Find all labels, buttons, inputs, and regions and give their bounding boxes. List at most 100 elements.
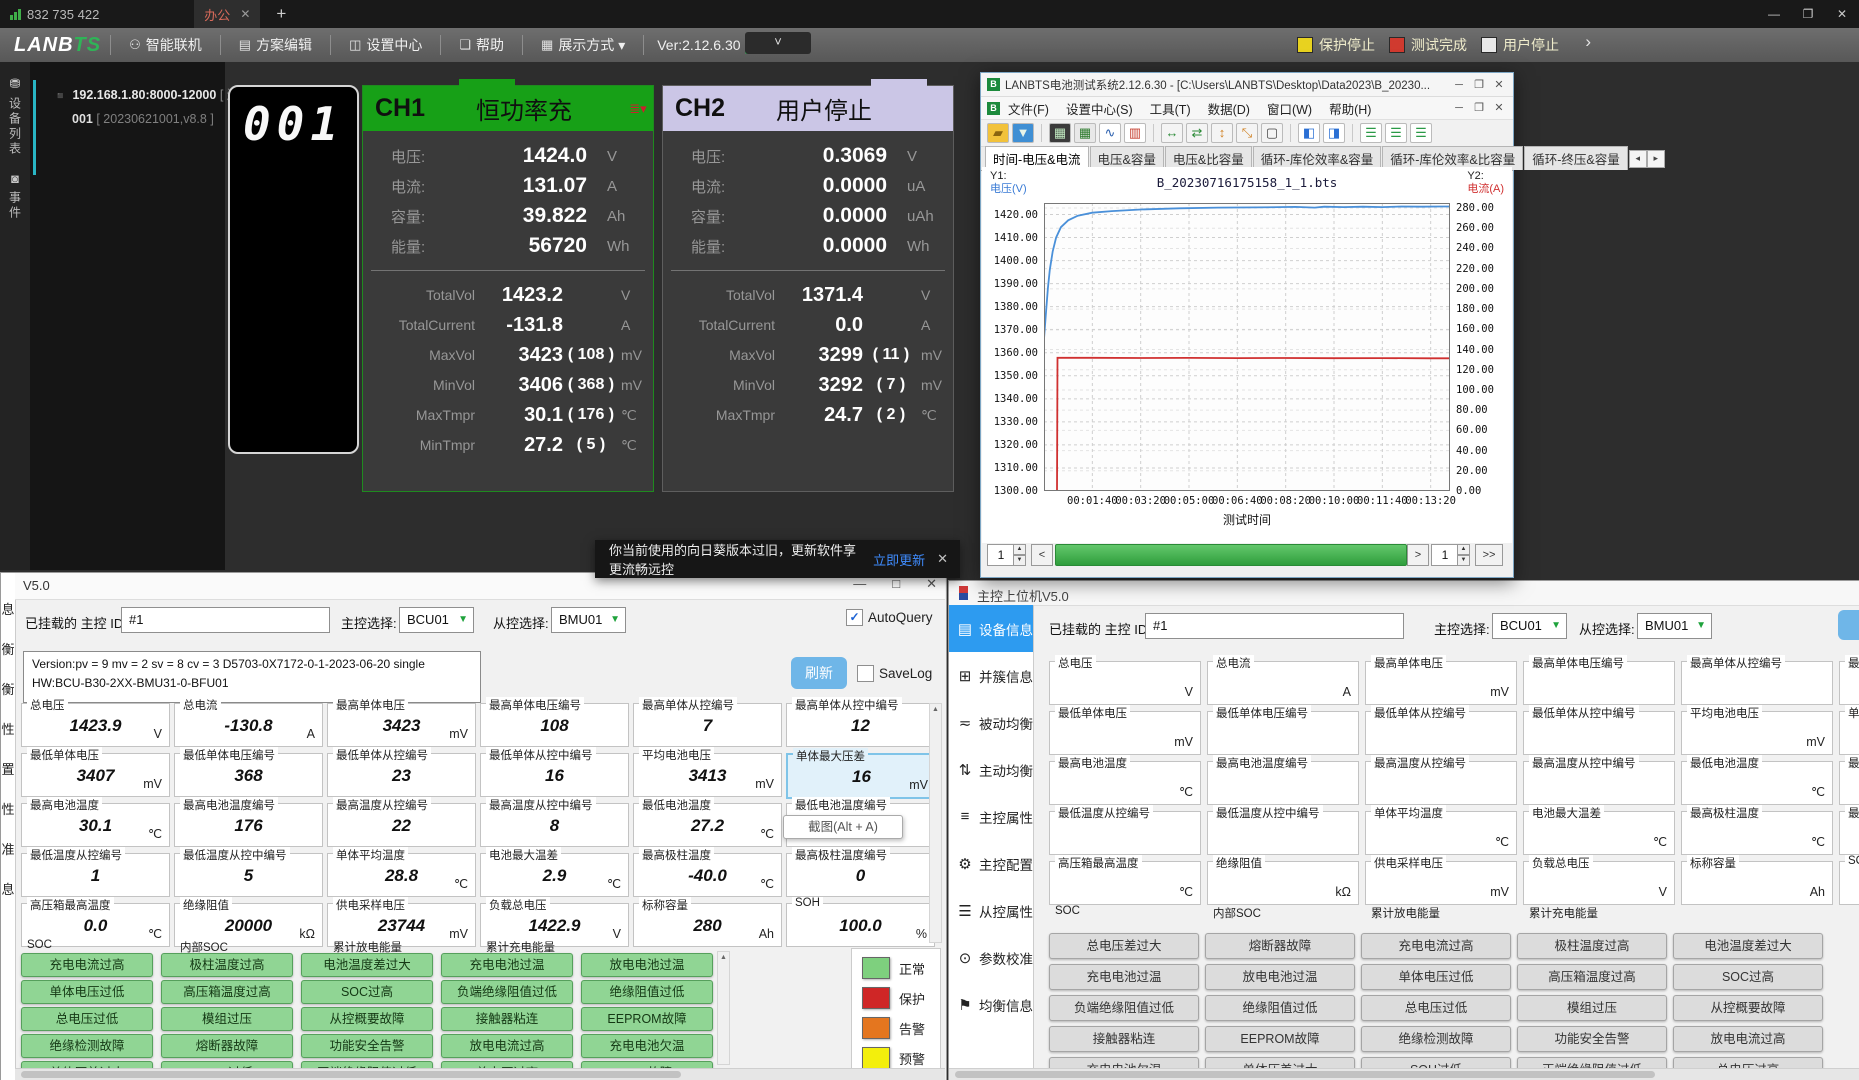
right-fault-button[interactable]: 总电压差过大: [1049, 933, 1199, 959]
left-max-button[interactable]: □: [892, 576, 900, 592]
collapse-dropdown-button[interactable]: ˅: [745, 32, 811, 54]
tab-scroll-left-icon[interactable]: ◂: [1629, 150, 1647, 168]
right-hscrollbar[interactable]: [949, 1068, 1859, 1080]
open-file-icon[interactable]: ▰: [987, 123, 1009, 143]
tree-device-item[interactable]: 001 [ 20230621001,v8.8 ]: [72, 112, 214, 126]
notification-close-icon[interactable]: ✕: [937, 551, 948, 567]
right-fault-button[interactable]: 高压箱温度过高: [1517, 964, 1667, 990]
page-spinner-right[interactable]: 1: [1431, 544, 1459, 566]
page-spinner-left[interactable]: 1: [987, 544, 1015, 566]
mdi-restore-button[interactable]: ❐: [1469, 99, 1489, 117]
right-sidebar-item-3[interactable]: ≂被动均衡: [949, 699, 1033, 746]
left-close-button[interactable]: ✕: [926, 576, 937, 592]
right-fault-button[interactable]: 放电电池过温: [1205, 964, 1355, 990]
remote-tab[interactable]: 办公 ✕: [194, 0, 260, 28]
right-fault-button[interactable]: 接触器粘连: [1049, 1026, 1199, 1052]
right-fault-button[interactable]: SOC过高: [1673, 964, 1823, 990]
left-fault-button[interactable]: 负端绝缘阻值过低: [441, 980, 573, 1004]
mdi-minimize-button[interactable]: ─: [1449, 99, 1469, 117]
right-sidebar-item-9[interactable]: ⚑均衡信息: [949, 981, 1033, 1028]
tree-expander-icon[interactable]: ◾: [54, 91, 66, 102]
right-fault-button[interactable]: 放电电流过高: [1673, 1026, 1823, 1052]
frame-icon[interactable]: ▢: [1261, 123, 1283, 143]
menu-3[interactable]: 工具(T): [1150, 99, 1191, 118]
left-fault-button[interactable]: 电池温度差过大: [301, 953, 433, 977]
list-green-2-icon[interactable]: ☰: [1385, 123, 1407, 143]
window-close-button[interactable]: ✕: [1825, 0, 1859, 28]
channel-menu-icon[interactable]: ≣▾: [623, 103, 653, 114]
right-fault-button[interactable]: EEPROM故障: [1205, 1026, 1355, 1052]
left-fault-button[interactable]: 总电压过低: [21, 1007, 153, 1031]
left-min-button[interactable]: —: [853, 576, 866, 592]
chart-minimize-button[interactable]: ─: [1449, 76, 1469, 94]
tab-close-icon[interactable]: ✕: [240, 7, 250, 21]
master-select[interactable]: BCU01▼: [399, 607, 474, 633]
left-fault-button[interactable]: SOC过高: [301, 980, 433, 1004]
master-select[interactable]: BCU01▼: [1492, 613, 1567, 639]
autoquery-checkbox[interactable]: ✓AutoQuery: [846, 609, 933, 626]
split-right-icon[interactable]: ◨: [1323, 123, 1345, 143]
left-fault-button[interactable]: 放电电流过高: [441, 1034, 573, 1058]
update-now-link[interactable]: 立即更新: [873, 550, 925, 569]
refresh-button[interactable]: 刷新: [791, 657, 847, 689]
window-maximize-button[interactable]: ❐: [1791, 0, 1825, 28]
curve-icon[interactable]: ∿: [1099, 123, 1121, 143]
right-fault-button[interactable]: 从控概要故障: [1673, 995, 1823, 1021]
chart-scrollbar[interactable]: [1055, 544, 1407, 566]
window-minimize-button[interactable]: —: [1757, 0, 1791, 28]
tab-scroll-right-icon[interactable]: ▸: [1647, 150, 1665, 168]
left-fault-button[interactable]: 高压箱温度过高: [161, 980, 293, 1004]
right-sidebar-item-7[interactable]: ☰从控属性: [949, 887, 1033, 934]
refresh-button-clipped[interactable]: [1838, 610, 1859, 640]
menu-5[interactable]: 窗口(W): [1267, 99, 1312, 118]
zoom-y-icon[interactable]: ↕: [1211, 123, 1233, 143]
left-fault-button[interactable]: 充电电池欠温: [581, 1034, 713, 1058]
left-fault-button[interactable]: 充电电池过温: [441, 953, 573, 977]
new-tab-button[interactable]: +: [276, 4, 286, 24]
toolbar-menu-1[interactable]: ⚇智能联机: [120, 35, 211, 55]
left-fault-button[interactable]: 单体电压过低: [21, 980, 153, 1004]
right-fault-button[interactable]: 单体电压过低: [1361, 964, 1511, 990]
slave-select[interactable]: BMU01▼: [1637, 613, 1712, 639]
mdi-close-button[interactable]: ✕: [1489, 99, 1509, 117]
left-fault-button[interactable]: 接触器粘连: [441, 1007, 573, 1031]
left-fault-button[interactable]: 功能安全告警: [301, 1034, 433, 1058]
left-fault-button[interactable]: EEPROM故障: [581, 1007, 713, 1031]
right-fault-button[interactable]: 绝缘检测故障: [1361, 1026, 1511, 1052]
right-fault-button[interactable]: 极柱温度过高: [1517, 933, 1667, 959]
scroll-next-button[interactable]: >: [1407, 544, 1429, 566]
toolbar-menu-2[interactable]: ▤方案编辑: [230, 35, 321, 55]
menu-2[interactable]: 设置中心(S): [1066, 99, 1133, 118]
right-sidebar-item-5[interactable]: ≡主控属性: [949, 793, 1033, 840]
right-fault-button[interactable]: 功能安全告警: [1517, 1026, 1667, 1052]
list-green-1-icon[interactable]: ☰: [1360, 123, 1382, 143]
right-fault-button[interactable]: 模组过压: [1517, 995, 1667, 1021]
right-sidebar-item-8[interactable]: ⊙参数校准: [949, 934, 1033, 981]
left-fault-button[interactable]: 绝缘检测故障: [21, 1034, 153, 1058]
fault-list-scrollbar[interactable]: ▲: [717, 951, 730, 1065]
page-spinner-right-arrows[interactable]: ▲▼: [1457, 544, 1470, 566]
fit-x-icon[interactable]: ⇄: [1186, 123, 1208, 143]
right-fault-button[interactable]: 充电电流过高: [1361, 933, 1511, 959]
more-arrow-icon[interactable]: ›: [1585, 32, 1591, 52]
toolbar-menu-5[interactable]: ▦展示方式 ▾: [532, 35, 634, 55]
chart-window-titlebar[interactable]: B LANBTS电池测试系统2.12.6.30 - [C:\Users\LANB…: [981, 73, 1513, 97]
right-fault-button[interactable]: 负端绝缘阻值过低: [1049, 995, 1199, 1021]
chart-canvas[interactable]: [1044, 203, 1450, 491]
right-sidebar-item-1[interactable]: ▤设备信息: [949, 605, 1033, 652]
sidebar-item-1[interactable]: ⛃设备列表: [0, 76, 30, 157]
right-fault-button[interactable]: 充电电池过温: [1049, 964, 1199, 990]
chart-restore-button[interactable]: ❐: [1469, 76, 1489, 94]
left-fault-button[interactable]: 极柱温度过高: [161, 953, 293, 977]
menu-6[interactable]: 帮助(H): [1329, 99, 1371, 118]
left-fault-button[interactable]: 充电电流过高: [21, 953, 153, 977]
left-fault-button[interactable]: 从控概要故障: [301, 1007, 433, 1031]
left-fault-button[interactable]: 熔断器故障: [161, 1034, 293, 1058]
right-fault-button[interactable]: 总电压过低: [1361, 995, 1511, 1021]
slave-select[interactable]: BMU01▼: [551, 607, 626, 633]
page-spinner-left-arrows[interactable]: ▲▼: [1013, 544, 1026, 566]
save-icon[interactable]: ▼: [1012, 123, 1034, 143]
schedule-icon[interactable]: ▥: [1124, 123, 1146, 143]
toolbar-menu-4[interactable]: ❏帮助: [450, 35, 513, 55]
data-table-icon[interactable]: ▦: [1049, 123, 1071, 143]
